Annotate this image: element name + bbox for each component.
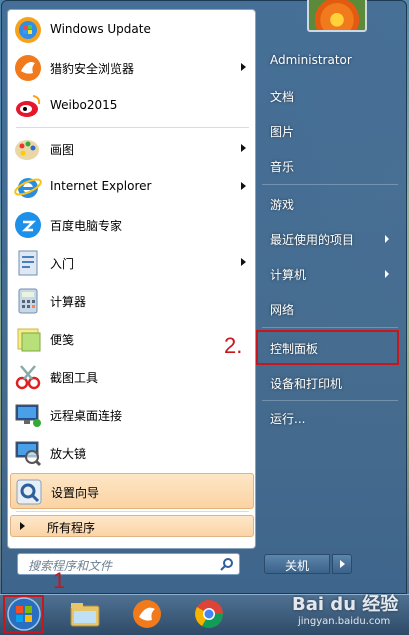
shutdown-options-button[interactable] [332,554,352,574]
paint-icon [15,140,39,160]
right-item-label: Administrator [270,53,352,67]
programs-pane: Windows Update 猎豹安全浏览器 Weibo2015 画图 Inte… [7,9,256,549]
submenu-arrow-icon[interactable] [241,144,246,152]
program-label: 便笺 [50,333,75,347]
right-item-devices-printers[interactable]: 设备和打印机 [262,368,399,398]
submenu-arrow-icon[interactable] [241,182,246,190]
right-item-label: 网络 [270,303,295,317]
right-item-music[interactable]: 音乐 [262,151,399,181]
annotation-highlight-control-panel [256,330,399,365]
program-getting-started[interactable]: 入门 [10,245,254,281]
right-item-label: 游戏 [270,198,295,212]
remote-desktop-icon [15,404,41,427]
user-picture[interactable] [307,0,367,32]
program-label: 画图 [50,143,75,157]
chevron-right-icon [340,560,345,568]
search-placeholder: 搜索程序和文件 [28,559,113,573]
program-paint[interactable]: 画图 [10,131,254,167]
right-item-label: 文档 [270,90,295,104]
program-cheetah-browser[interactable]: 猎豹安全浏览器 [10,50,254,86]
program-label: 放大镜 [50,447,87,461]
snipping-tool-icon [15,365,41,390]
program-windows-update[interactable]: Windows Update [10,12,254,48]
submenu-arrow-icon[interactable] [241,258,246,266]
program-setup-wizard[interactable]: 设置向导 [10,473,254,509]
annotation-step-1: 1 [53,568,66,593]
baidu-expert-icon [15,212,41,238]
separator [16,127,249,128]
program-remote-desktop[interactable]: 远程桌面连接 [10,397,254,433]
cheetah-browser-icon [15,55,41,81]
annotation-highlight-start [3,595,44,633]
cheetah-browser-taskbar-icon[interactable] [130,598,164,630]
windows-update-icon [15,17,41,43]
program-label: 计算器 [50,295,87,309]
shutdown-button[interactable]: 关机 [264,554,330,574]
program-sticky-notes[interactable]: 便笺 [10,321,254,357]
submenu-arrow-icon[interactable] [241,63,246,71]
right-item-label: 运行... [270,412,306,426]
right-item-network[interactable]: 网络 [262,294,399,324]
right-item-label: 计算机 [270,268,307,282]
right-item-pictures[interactable]: 图片 [262,116,399,146]
internet-explorer-icon [14,178,42,198]
submenu-arrow-icon[interactable] [385,270,389,278]
separator [262,184,398,185]
expand-arrow-icon [20,522,25,530]
file-explorer-icon[interactable] [68,598,102,630]
program-label: 猎豹安全浏览器 [50,62,135,76]
program-label: Weibo2015 [50,98,118,112]
chrome-icon[interactable] [192,598,226,630]
search-input[interactable]: 搜索程序和文件 [17,553,240,575]
calculator-icon [18,288,38,314]
separator [262,400,398,401]
all-programs-button[interactable]: 所有程序 [10,515,254,537]
program-snipping-tool[interactable]: 截图工具 [10,359,254,395]
right-item-label: 最近使用的项目 [270,233,355,247]
program-label: Windows Update [50,22,151,36]
program-internet-explorer[interactable]: Internet Explorer [10,169,254,205]
right-item-label: 音乐 [270,160,295,174]
submenu-arrow-icon[interactable] [385,235,389,243]
right-item-computer[interactable]: 计算机 [262,259,399,289]
right-item-label: 图片 [270,125,295,139]
annotation-step-2: 2. [224,333,243,358]
program-label: 设置向导 [51,486,100,500]
magnifier-icon [15,441,42,467]
all-programs-label: 所有程序 [47,521,96,535]
separator [16,511,249,512]
watermark: Bai du 经验 [292,594,399,615]
shutdown-label: 关机 [284,559,309,573]
setup-wizard-icon [16,479,42,505]
program-weibo[interactable]: Weibo2015 [10,88,254,124]
search-icon[interactable] [220,557,234,571]
right-item-label: 设备和打印机 [270,377,343,391]
right-item-recent-items[interactable]: 最近使用的项目 [262,224,399,254]
program-label: 截图工具 [50,371,99,385]
right-item-administrator[interactable]: Administrator [262,46,399,76]
program-calculator[interactable]: 计算器 [10,283,254,319]
program-baidu-expert[interactable]: 百度电脑专家 [10,207,254,243]
program-label: 百度电脑专家 [50,219,123,233]
weibo-icon [16,95,41,117]
program-label: Internet Explorer [50,179,152,193]
separator [262,327,398,328]
getting-started-icon [18,250,38,276]
right-item-documents[interactable]: 文档 [262,81,399,111]
sticky-notes-icon [17,328,41,352]
watermark-url: jingyan.baidu.com [298,616,391,627]
program-label: 远程桌面连接 [50,409,123,423]
program-magnifier[interactable]: 放大镜 [10,435,254,471]
right-item-games[interactable]: 游戏 [262,189,399,219]
program-label: 入门 [50,257,75,271]
right-item-run[interactable]: 运行... [262,403,399,433]
